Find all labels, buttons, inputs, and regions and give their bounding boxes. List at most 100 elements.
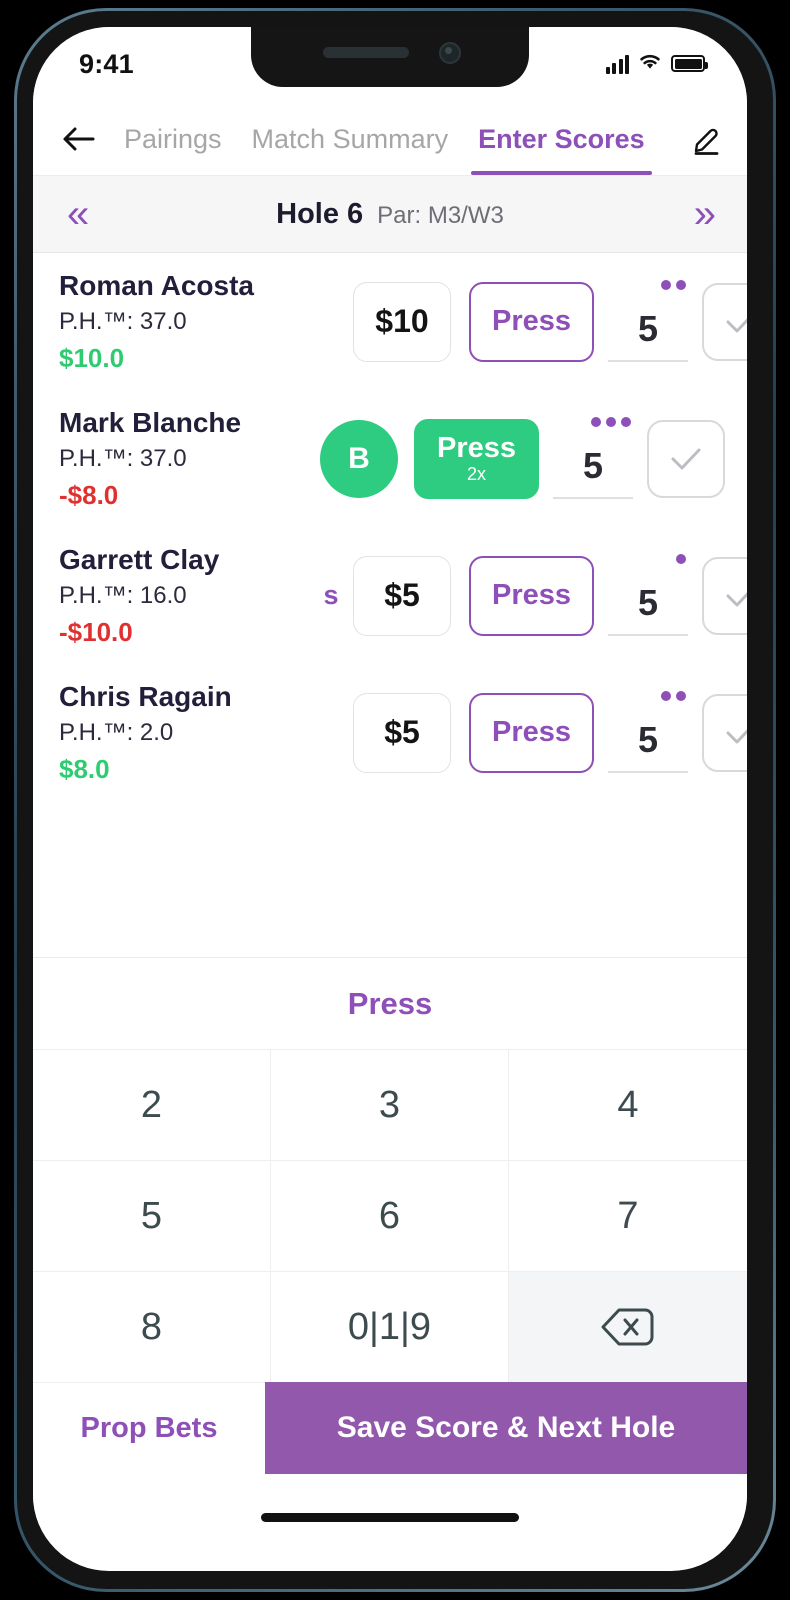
player-amount: $10.0 [59,343,125,374]
press-button[interactable]: Press [469,692,594,773]
key-6[interactable]: 6 [271,1160,509,1272]
numeric-keypad: 2 3 4 5 6 7 8 0|1|9 [33,1049,747,1383]
confirm-checkbox[interactable] [702,282,747,361]
player-controls: $10 Press 5 [309,279,747,362]
tab-enter-scores[interactable]: Enter Scores [463,103,660,175]
par-label: Par: M3/W3 [377,201,504,229]
phone-bezel: 9:41 Pairings Match Summary Enter Scores… [17,11,773,1589]
player-handicap: P.H.™: 37.0 [59,445,187,473]
bet-amount-button[interactable]: $5 [353,692,451,773]
key-4[interactable]: 4 [509,1049,747,1161]
score-input[interactable]: 5 [608,719,688,773]
confirm-checkbox[interactable] [702,556,747,635]
double-chevron-left-icon[interactable]: « [59,190,94,238]
press-button-label: Press [436,431,516,464]
hole-info: Hole 6 Par: M3/W3 [276,198,504,231]
player-controls: $5 Press 5 [309,690,747,773]
status-bar: 9:41 [33,27,747,103]
key-7[interactable]: 7 [509,1160,747,1272]
bottom-action-bar: Prop Bets Save Score & Next Hole [33,1382,747,1475]
key-backspace[interactable] [509,1271,747,1383]
key-3[interactable]: 3 [271,1049,509,1161]
checkmark-icon [726,728,747,744]
player-name: Roman Acosta [59,270,255,301]
press-button-label: Press [491,305,571,338]
player-amount: -$10.0 [59,617,133,648]
checkmark-icon [671,448,701,470]
player-controls: B Press 2x 5 [309,416,725,499]
confirm-checkbox[interactable] [647,419,725,498]
score-input[interactable]: 5 [553,445,633,499]
key-2[interactable]: 2 [33,1049,271,1161]
press-multiplier: 2x [466,464,486,485]
press-button-label: Press [491,716,571,749]
player-name: Garrett Clay [59,544,220,576]
player-handicap: P.H.™: 16.0 [59,582,187,610]
player-name: Mark Blanche [59,407,242,439]
checkmark-icon [726,591,747,607]
score-input[interactable]: 5 [608,308,688,362]
table-row: Mark Blanche P.H.™: 37.0 -$8.0 B Press 2… [33,390,747,527]
press-button[interactable]: Press [469,555,594,636]
press-dots [591,416,631,427]
player-marker: s [323,580,339,611]
tab-match-summary[interactable]: Match Summary [237,103,464,175]
table-row: Roman Acosta P.H.™: 37.0 $10.0 $10 Press… [33,253,747,390]
status-time: 9:41 [79,49,134,79]
key-multi-019[interactable]: 0|1|9 [271,1271,509,1383]
top-navigation-bar: Pairings Match Summary Enter Scores [33,103,747,175]
key-8[interactable]: 8 [33,1271,271,1383]
press-button[interactable]: Press [469,281,594,362]
pencil-edit-icon[interactable] [683,116,729,162]
press-dots [661,690,686,701]
player-info: Garrett Clay P.H.™: 16.0 -$10.0 [59,543,309,648]
score-input-wrap[interactable]: 5 [608,279,688,362]
player-amount: -$8.0 [59,480,119,511]
back-arrow-icon[interactable] [57,118,99,160]
player-controls: s $5 Press 5 [309,553,747,636]
bet-amount-button[interactable]: $5 [353,555,451,636]
player-amount: $8.0 [59,754,110,785]
press-button[interactable]: Press 2x [414,418,539,499]
press-dots [661,279,686,290]
hole-navigation-bar: « Hole 6 Par: M3/W3 » [33,175,747,253]
save-score-button[interactable]: Save Score & Next Hole [265,1382,747,1475]
double-chevron-right-icon[interactable]: » [686,190,721,238]
cellular-bars-icon [605,54,629,74]
table-row: Garrett Clay P.H.™: 16.0 -$10.0 s $5 Pre… [33,527,747,664]
confirm-checkbox[interactable] [702,693,747,772]
notch [251,27,529,87]
press-button-label: Press [491,579,571,612]
hole-label: Hole 6 [276,197,364,230]
prop-bets-button[interactable]: Prop Bets [33,1382,265,1475]
backspace-icon [601,1308,654,1346]
score-input-wrap[interactable]: 5 [608,690,688,773]
phone-screen: 9:41 Pairings Match Summary Enter Scores… [33,27,747,1571]
front-camera [439,42,461,64]
player-info: Chris Ragain P.H.™: 2.0 $8.0 [59,680,309,785]
status-icons [605,51,708,76]
player-handicap: P.H.™: 37.0 [59,308,187,336]
bet-amount-button[interactable]: $10 [353,281,451,362]
tab-pairings[interactable]: Pairings [109,103,237,175]
home-indicator-area [33,1474,747,1561]
wifi-icon [637,51,663,76]
tab-list: Pairings Match Summary Enter Scores [109,103,681,175]
player-name: Chris Ragain [59,681,232,713]
player-handicap: P.H.™: 2.0 [59,719,174,747]
table-row: Chris Ragain P.H.™: 2.0 $8.0 $5 Press 5 [33,664,747,801]
home-indicator[interactable] [261,1512,519,1522]
score-input[interactable]: 5 [608,582,688,636]
player-badge[interactable]: B [320,419,398,498]
score-input-wrap[interactable]: 5 [608,553,688,636]
phone-frame: 9:41 Pairings Match Summary Enter Scores… [14,8,776,1592]
press-dots [676,553,686,564]
battery-full-icon [671,55,708,72]
player-info: Mark Blanche P.H.™: 37.0 -$8.0 [59,406,309,511]
key-5[interactable]: 5 [33,1160,271,1272]
checkmark-icon [726,317,747,333]
speaker-grille [323,47,409,58]
player-info: Roman Acosta P.H.™: 37.0 $10.0 [59,269,309,374]
score-input-wrap[interactable]: 5 [553,416,633,499]
press-action-strip[interactable]: Press [33,957,747,1050]
